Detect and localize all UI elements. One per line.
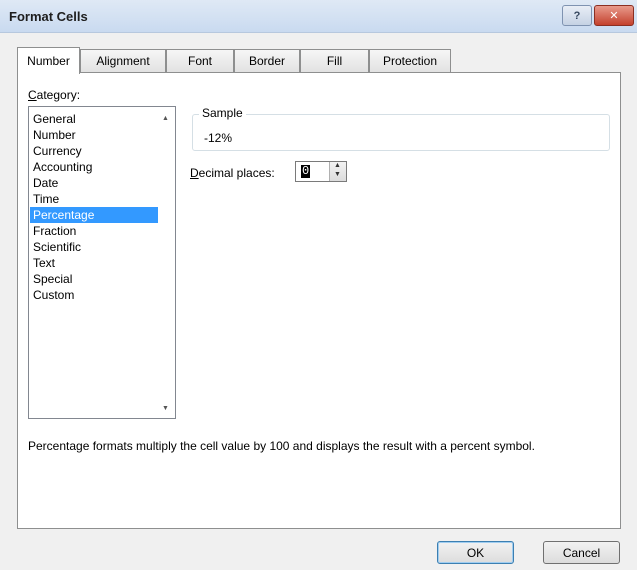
category-scrollbar[interactable]: ▲ ▼ [158,107,175,418]
scroll-up-arrow-icon[interactable]: ▲ [162,115,169,122]
category-item-accounting[interactable]: Accounting [30,159,158,175]
number-tab-panel: Category: General Number Currency Accoun… [17,72,621,529]
decimal-places-spin-buttons[interactable]: ▲ ▼ [329,162,346,181]
decimal-places-value[interactable]: 0 [301,165,311,178]
category-item-currency[interactable]: Currency [30,143,158,159]
category-item-text[interactable]: Text [30,255,158,271]
category-item-date[interactable]: Date [30,175,158,191]
category-item-custom[interactable]: Custom [30,287,158,303]
close-icon: ✕ [609,10,619,22]
sample-title: Sample [199,106,246,120]
spin-down-icon[interactable]: ▼ [334,171,341,178]
tab-protection[interactable]: Protection [369,49,451,72]
category-item-special[interactable]: Special [30,271,158,287]
tab-font[interactable]: Font [166,49,234,72]
category-item-time[interactable]: Time [30,191,158,207]
window-title: Format Cells [9,9,88,24]
decimal-places-stepper[interactable]: 0 ▲ ▼ [295,161,347,182]
category-item-number[interactable]: Number [30,127,158,143]
category-label: Category: [28,88,81,102]
decimal-places-label: Decimal places: [190,166,275,180]
category-item-fraction[interactable]: Fraction [30,223,158,239]
tab-fill[interactable]: Fill [300,49,369,72]
sample-value: -12% [204,131,233,145]
spin-up-icon[interactable]: ▲ [334,162,341,169]
category-item-general[interactable]: General [30,111,158,127]
close-button[interactable]: ✕ [594,5,634,26]
tab-border[interactable]: Border [234,49,300,72]
tab-number[interactable]: Number [17,47,80,74]
ok-button[interactable]: OK [437,541,514,564]
format-description: Percentage formats multiply the cell val… [28,439,535,453]
category-item-percentage[interactable]: Percentage [30,207,158,223]
scroll-down-arrow-icon[interactable]: ▼ [162,405,169,412]
category-item-scientific[interactable]: Scientific [30,239,158,255]
title-bar: Format Cells ? ✕ [0,0,637,33]
cancel-button[interactable]: Cancel [543,541,620,564]
category-list[interactable]: General Number Currency Accounting Date … [28,106,176,419]
sample-group-box [192,114,610,151]
tab-alignment[interactable]: Alignment [80,49,166,72]
help-button[interactable]: ? [562,5,592,26]
help-icon: ? [573,9,581,22]
